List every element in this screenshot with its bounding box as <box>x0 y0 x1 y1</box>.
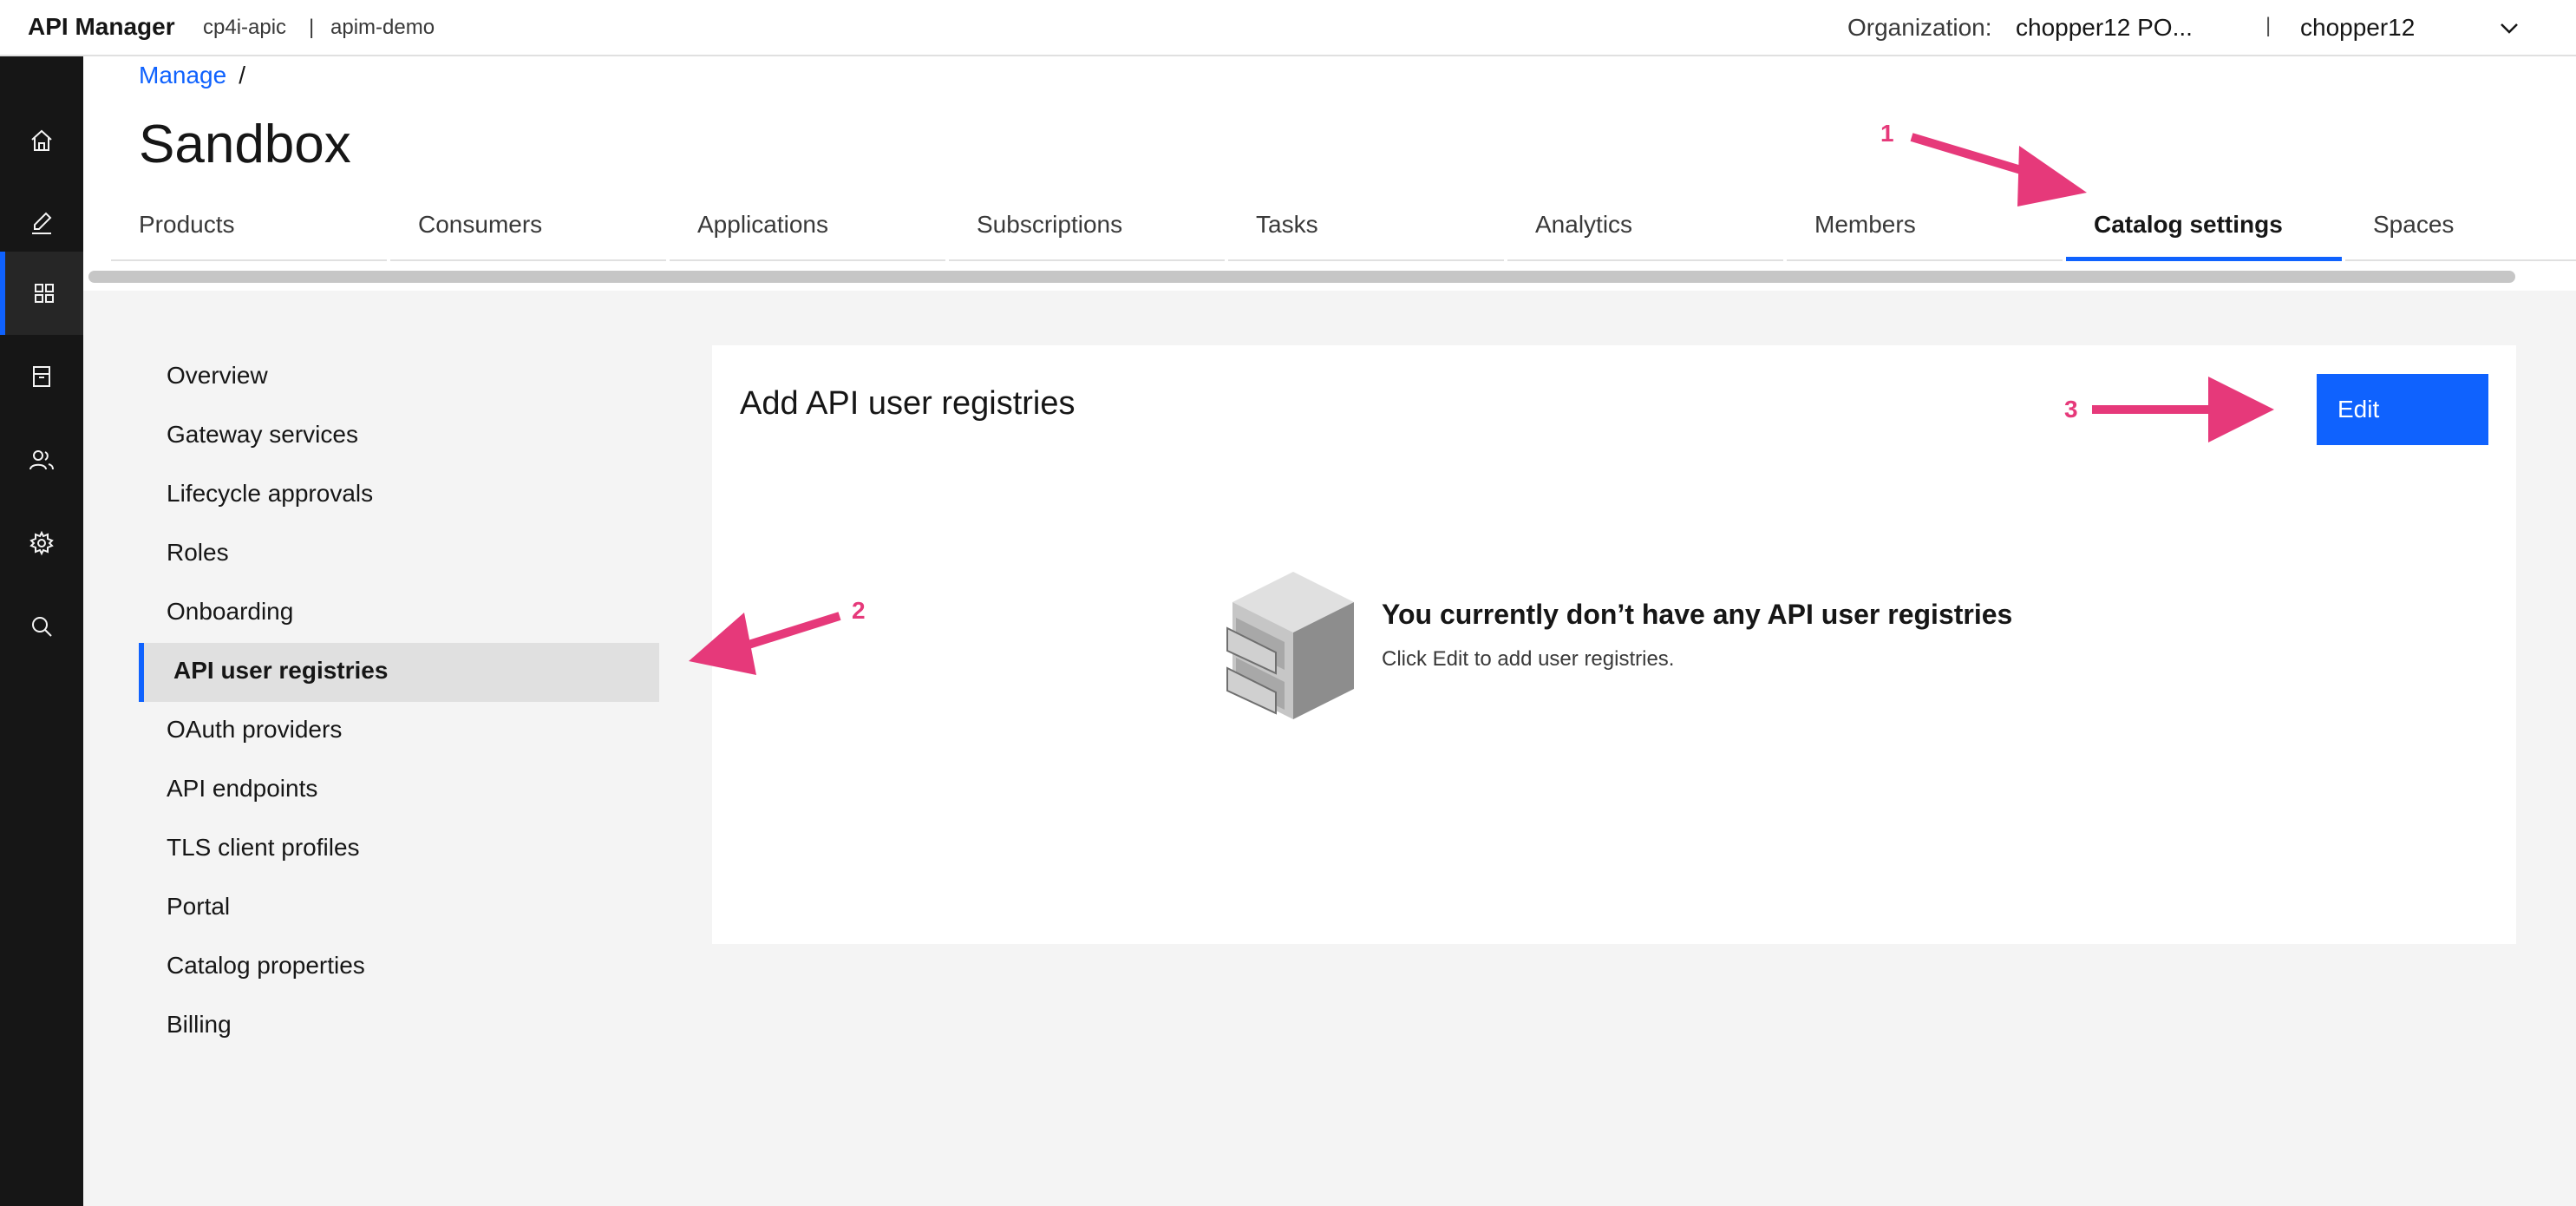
users-icon[interactable] <box>0 418 83 501</box>
tab-analytics[interactable]: Analytics <box>1507 200 1783 261</box>
annotation-number-3: 3 <box>2064 396 2078 423</box>
header-crumb-provider-org[interactable]: apim-demo <box>330 16 435 40</box>
sidenav-item-onboarding[interactable]: Onboarding <box>139 584 659 643</box>
header-crumb-separator: | <box>309 16 315 39</box>
grid-icon[interactable] <box>0 252 83 335</box>
organization-selector[interactable]: chopper12 PO... <box>2016 14 2193 42</box>
tab-applications[interactable]: Applications <box>670 200 945 261</box>
tab-catalog-settings[interactable]: Catalog settings <box>2066 200 2342 261</box>
edit-button[interactable]: Edit <box>2317 374 2488 445</box>
catalog-settings-content: Overview Gateway services Lifecycle appr… <box>83 291 2576 1206</box>
sidenav-item-roles[interactable]: Roles <box>139 525 659 584</box>
sidenav-item-api-user-registries[interactable]: API user registries <box>139 643 659 702</box>
empty-state-title: You currently don’t have any API user re… <box>1382 599 2013 630</box>
breadcrumb-separator: / <box>239 62 245 88</box>
tab-subscriptions[interactable]: Subscriptions <box>949 200 1225 261</box>
tab-tasks[interactable]: Tasks <box>1228 200 1504 261</box>
user-registries-panel: Add API user registries Edit You current… <box>712 345 2516 944</box>
sidenav-item-tls-client-profiles[interactable]: TLS client profiles <box>139 820 659 879</box>
sidenav-item-billing[interactable]: Billing <box>139 997 659 1056</box>
search-icon[interactable] <box>0 585 83 668</box>
sidenav-item-oauth-providers[interactable]: OAuth providers <box>139 702 659 761</box>
tab-products[interactable]: Products <box>111 200 387 261</box>
panel-title: Add API user registries <box>740 385 1076 422</box>
page-header: Manage / Sandbox Products Consumers Appli… <box>83 56 2576 291</box>
left-nav-rail <box>0 56 83 1206</box>
archive-icon[interactable] <box>0 335 83 418</box>
user-menu[interactable]: chopper12 <box>2300 14 2415 42</box>
app-title[interactable]: API Manager <box>28 13 175 41</box>
sidenav-item-overview[interactable]: Overview <box>139 348 659 407</box>
file-cabinet-icon <box>1226 572 1354 719</box>
tab-members[interactable]: Members <box>1787 200 2063 261</box>
header-crumb-instance[interactable]: cp4i-apic <box>203 16 286 40</box>
breadcrumb-link-manage[interactable]: Manage <box>139 62 226 88</box>
horizontal-scrollbar[interactable] <box>88 271 2515 283</box>
settings-icon[interactable] <box>0 501 83 585</box>
chevron-down-icon[interactable] <box>2498 17 2520 40</box>
annotation-number-2: 2 <box>852 597 866 624</box>
annotation-number-1: 1 <box>1880 120 1894 147</box>
page-title: Sandbox <box>139 115 351 174</box>
sidenav-item-gateway-services[interactable]: Gateway services <box>139 407 659 466</box>
breadcrumb: Manage / <box>139 62 245 89</box>
settings-side-nav: Overview Gateway services Lifecycle appr… <box>139 348 659 1056</box>
sidenav-item-api-endpoints[interactable]: API endpoints <box>139 761 659 820</box>
top-header: API Manager cp4i-apic | apim-demo Organi… <box>0 0 2576 56</box>
sidenav-item-portal[interactable]: Portal <box>139 879 659 938</box>
sidenav-item-catalog-properties[interactable]: Catalog properties <box>139 938 659 997</box>
tab-spaces[interactable]: Spaces <box>2345 200 2576 261</box>
organization-label: Organization: <box>1847 14 1992 41</box>
user-separator: | <box>2265 14 2272 37</box>
empty-state-subtitle: Click Edit to add user registries. <box>1382 647 1675 671</box>
tab-bar: Products Consumers Applications Subscrip… <box>111 200 2576 261</box>
home-icon[interactable] <box>0 99 83 182</box>
tab-consumers[interactable]: Consumers <box>390 200 666 261</box>
sidenav-item-lifecycle-approvals[interactable]: Lifecycle approvals <box>139 466 659 525</box>
